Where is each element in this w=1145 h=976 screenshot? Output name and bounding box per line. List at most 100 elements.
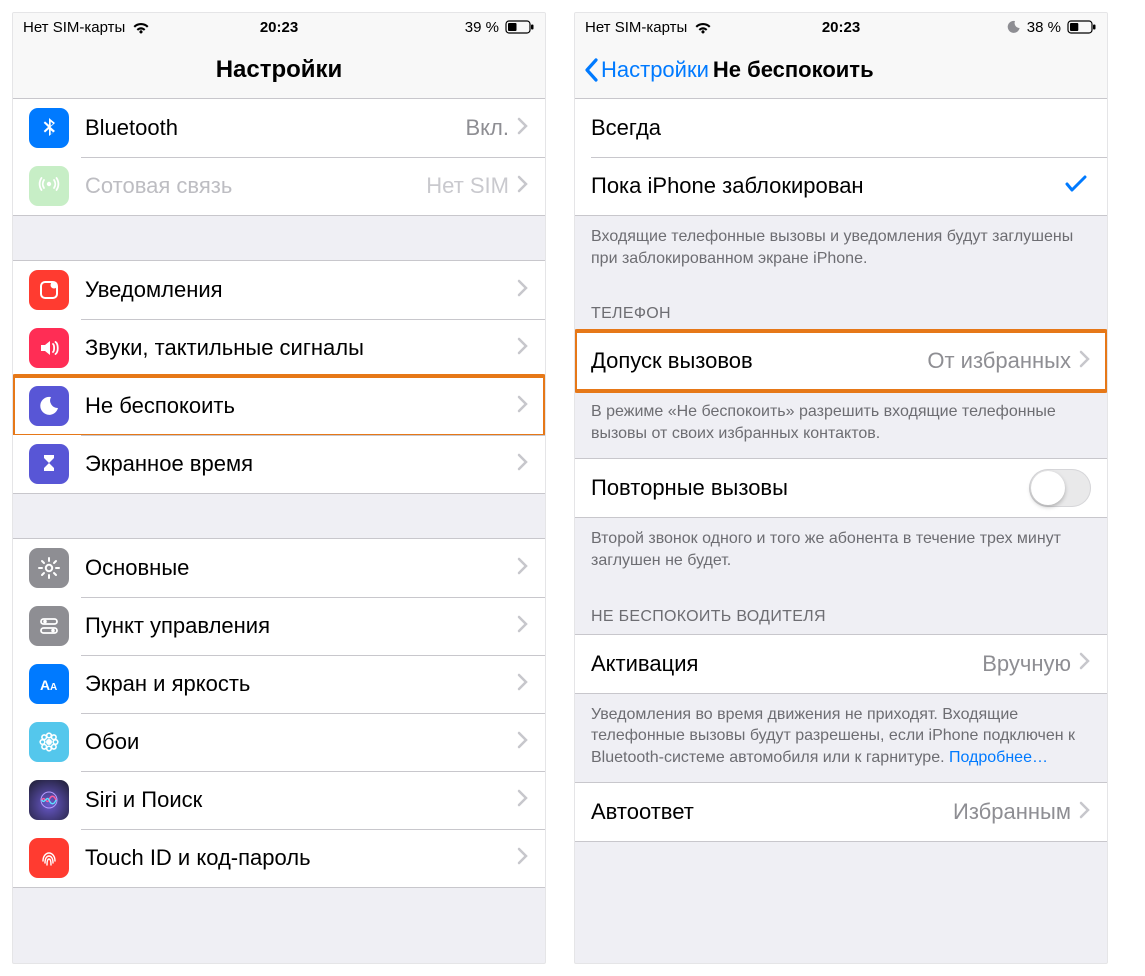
group-spacer xyxy=(13,216,545,260)
row-label: Экран и яркость xyxy=(85,671,517,697)
row-label: Всегда xyxy=(591,115,1091,141)
battery-icon xyxy=(505,20,535,34)
row-control-center[interactable]: Пункт управления xyxy=(13,597,545,655)
group-footer: Второй звонок одного и того же абонента … xyxy=(575,518,1107,585)
chevron-right-icon xyxy=(517,279,529,302)
chevron-right-icon xyxy=(517,117,529,140)
hourglass-icon xyxy=(29,444,69,484)
row-value: Нет SIM xyxy=(426,173,509,199)
antenna-icon xyxy=(29,166,69,206)
svg-text:A: A xyxy=(40,677,50,693)
row-label: Основные xyxy=(85,555,517,581)
chevron-right-icon xyxy=(517,615,529,638)
row-label: Siri и Поиск xyxy=(85,787,517,813)
moon-icon xyxy=(29,386,69,426)
row-label: Допуск вызовов xyxy=(591,348,927,374)
row-value: От избранных xyxy=(927,348,1071,374)
chevron-right-icon xyxy=(517,337,529,360)
nav-bar: Настройки Не беспокоить xyxy=(575,41,1107,99)
bluetooth-icon xyxy=(29,108,69,148)
chevron-right-icon xyxy=(517,557,529,580)
row-activation[interactable]: Активация Вручную xyxy=(575,635,1107,693)
chevron-right-icon xyxy=(517,395,529,418)
chevron-right-icon xyxy=(517,731,529,754)
group-footer: В режиме «Не беспокоить» разрешить входя… xyxy=(575,391,1107,458)
row-value: Вручную xyxy=(982,651,1071,677)
row-value: Избранным xyxy=(953,799,1071,825)
row-do-not-disturb[interactable]: Не беспокоить xyxy=(13,377,545,435)
gear-icon xyxy=(29,548,69,588)
svg-text:A: A xyxy=(50,682,57,693)
siri-icon xyxy=(29,780,69,820)
row-touch-id[interactable]: Touch ID и код-пароль xyxy=(13,829,545,887)
chevron-right-icon xyxy=(517,673,529,696)
wifi-icon xyxy=(693,20,713,34)
row-cellular[interactable]: Сотовая связь Нет SIM xyxy=(13,157,545,215)
back-button[interactable]: Настройки xyxy=(583,57,709,83)
row-label: Звуки, тактильные сигналы xyxy=(85,335,517,361)
fingerprint-icon xyxy=(29,838,69,878)
row-label: Пока iPhone заблокирован xyxy=(591,173,1065,199)
group-footer: Уведомления во время движения не приходя… xyxy=(575,694,1107,783)
back-label: Настройки xyxy=(601,57,709,83)
chevron-right-icon xyxy=(517,847,529,870)
row-display[interactable]: AA Экран и яркость xyxy=(13,655,545,713)
row-wallpaper[interactable]: Обои xyxy=(13,713,545,771)
row-label: Повторные вызовы xyxy=(591,475,1029,501)
row-silence-always[interactable]: Всегда xyxy=(575,99,1107,157)
chevron-right-icon xyxy=(1079,801,1091,824)
notifications-icon xyxy=(29,270,69,310)
chevron-left-icon xyxy=(583,57,599,83)
nav-bar: Настройки xyxy=(13,41,545,99)
row-silence-while-locked[interactable]: Пока iPhone заблокирован xyxy=(575,157,1107,215)
learn-more-link[interactable]: Подробнее… xyxy=(949,749,1048,766)
carrier-label: Нет SIM-карты xyxy=(585,19,687,36)
row-label: Touch ID и код-пароль xyxy=(85,845,517,871)
battery-icon xyxy=(1067,20,1097,34)
page-title: Не беспокоить xyxy=(713,57,874,83)
row-label: Bluetooth xyxy=(85,115,466,141)
wifi-icon xyxy=(131,20,151,34)
row-general[interactable]: Основные xyxy=(13,539,545,597)
row-sounds[interactable]: Звуки, тактильные сигналы xyxy=(13,319,545,377)
row-auto-reply[interactable]: Автоответ Избранным xyxy=(575,783,1107,841)
dnd-list[interactable]: Всегда Пока iPhone заблокирован Входящие… xyxy=(575,99,1107,963)
speaker-icon xyxy=(29,328,69,368)
dnd-status-icon xyxy=(1007,20,1021,34)
checkmark-icon xyxy=(1065,172,1087,200)
chevron-right-icon xyxy=(517,175,529,198)
battery-percent: 38 % xyxy=(1027,19,1061,36)
battery-percent: 39 % xyxy=(465,19,499,36)
row-label: Уведомления xyxy=(85,277,517,303)
status-bar: Нет SIM-карты 20:23 39 % xyxy=(13,13,545,41)
chevron-right-icon xyxy=(1079,652,1091,675)
row-label: Пункт управления xyxy=(85,613,517,639)
carrier-label: Нет SIM-карты xyxy=(23,19,125,36)
dnd-screen: Нет SIM-карты 20:23 38 % Настройки Не бе… xyxy=(574,12,1108,964)
row-allow-calls[interactable]: Допуск вызовов От избранных xyxy=(575,332,1107,390)
flower-icon xyxy=(29,722,69,762)
chevron-right-icon xyxy=(1079,350,1091,373)
row-label: Сотовая связь xyxy=(85,173,426,199)
status-time: 20:23 xyxy=(822,19,860,36)
group-spacer xyxy=(13,494,545,538)
group-header-phone: ТЕЛЕФОН xyxy=(575,283,1107,331)
group-header-driving: НЕ БЕСПОКОИТЬ ВОДИТЕЛЯ xyxy=(575,586,1107,634)
row-screen-time[interactable]: Экранное время xyxy=(13,435,545,493)
status-bar: Нет SIM-карты 20:23 38 % xyxy=(575,13,1107,41)
row-value: Вкл. xyxy=(466,115,510,141)
toggle-repeat-calls[interactable] xyxy=(1029,469,1091,507)
group-footer: Входящие телефонные вызовы и уведомления… xyxy=(575,216,1107,283)
row-label: Активация xyxy=(591,651,982,677)
row-label: Не беспокоить xyxy=(85,393,517,419)
chevron-right-icon xyxy=(517,789,529,812)
row-bluetooth[interactable]: Bluetooth Вкл. xyxy=(13,99,545,157)
row-notifications[interactable]: Уведомления xyxy=(13,261,545,319)
status-time: 20:23 xyxy=(260,19,298,36)
settings-screen: Нет SIM-карты 20:23 39 % Настройки Bluet… xyxy=(12,12,546,964)
row-label: Экранное время xyxy=(85,451,517,477)
row-siri[interactable]: Siri и Поиск xyxy=(13,771,545,829)
settings-list[interactable]: Bluetooth Вкл. Сотовая связь Нет SIM Уве… xyxy=(13,99,545,963)
row-repeat-calls[interactable]: Повторные вызовы xyxy=(575,459,1107,517)
row-label: Обои xyxy=(85,729,517,755)
